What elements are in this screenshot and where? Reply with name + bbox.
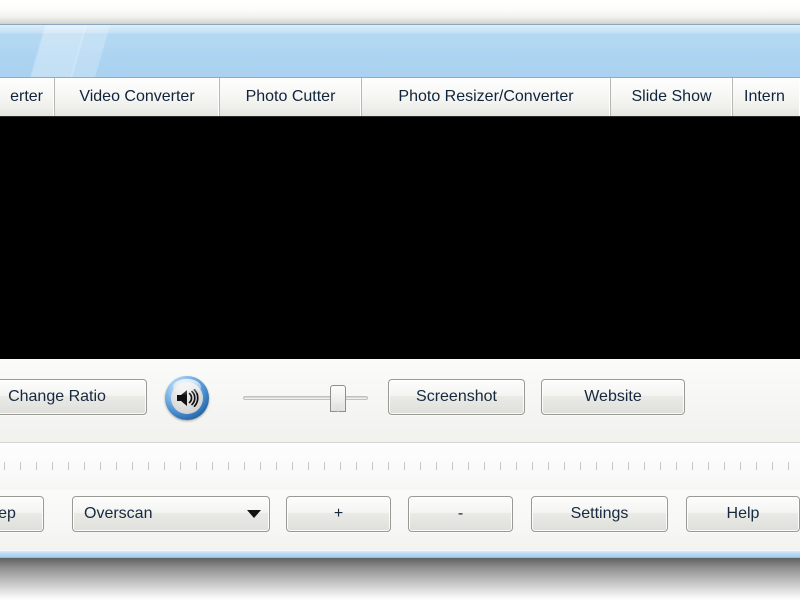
titlebar-sheen-streak-2 <box>10 25 130 77</box>
settings-label: Settings <box>570 505 629 522</box>
zoom-in-button[interactable]: + <box>286 496 391 532</box>
bottom-toolbar: ep Overscan + - Settings Help <box>0 490 800 552</box>
screenshot-button[interactable]: Screenshot <box>388 379 525 415</box>
help-button[interactable]: Help <box>686 496 800 532</box>
tab-slide-show[interactable]: Slide Show <box>611 78 733 116</box>
tab-label: Photo Cutter <box>245 88 336 105</box>
video-preview[interactable] <box>0 117 800 359</box>
tab-photo-cutter[interactable]: Photo Cutter <box>220 78 362 116</box>
tab-label: Slide Show <box>631 88 712 105</box>
desktop-backdrop-bottom <box>0 558 800 600</box>
seek-tick-ruler[interactable] <box>0 443 800 490</box>
website-label: Website <box>584 388 642 405</box>
seek-tick-marks <box>4 462 800 470</box>
application-window: erter Video Converter Photo Cutter Photo… <box>0 24 800 558</box>
screenshot-label: Screenshot <box>416 388 497 405</box>
website-button[interactable]: Website <box>541 379 685 415</box>
playback-controls-bar: Change Ratio Screenshot Website <box>0 359 800 443</box>
step-button[interactable]: ep <box>0 496 44 532</box>
settings-button[interactable]: Settings <box>531 496 668 532</box>
tab-converter-clipped[interactable]: erter <box>0 78 55 116</box>
zoom-out-button[interactable]: - <box>408 496 513 532</box>
step-label: ep <box>0 505 16 522</box>
change-ratio-button[interactable]: Change Ratio <box>0 379 147 415</box>
tab-label: Photo Resizer/Converter <box>398 88 574 105</box>
volume-slider-thumb[interactable] <box>330 385 346 412</box>
tab-label: erter <box>10 88 43 105</box>
aspect-mode-value: Overscan <box>84 505 153 522</box>
minus-label: - <box>457 505 464 522</box>
speaker-button-inner <box>171 382 203 414</box>
tab-label: Intern <box>744 88 785 105</box>
tab-internet-clipped[interactable]: Intern <box>733 78 800 116</box>
aspect-mode-combobox[interactable]: Overscan <box>72 496 270 532</box>
tab-strip: erter Video Converter Photo Cutter Photo… <box>0 78 800 117</box>
tab-photo-resizer[interactable]: Photo Resizer/Converter <box>362 78 611 116</box>
change-ratio-label: Change Ratio <box>8 388 106 405</box>
plus-label: + <box>333 505 344 522</box>
chevron-down-icon[interactable] <box>239 510 269 518</box>
volume-slider[interactable] <box>243 383 368 413</box>
window-bottom-edge <box>0 550 800 558</box>
volume-slider-track[interactable] <box>243 396 368 400</box>
speaker-volume-icon[interactable] <box>165 376 209 420</box>
tab-video-converter[interactable]: Video Converter <box>55 78 220 116</box>
screenshot-root: erter Video Converter Photo Cutter Photo… <box>0 0 800 600</box>
titlebar-sheen-streak-1 <box>0 25 140 77</box>
help-label: Help <box>726 505 760 522</box>
desktop-backdrop-top <box>0 0 800 24</box>
tab-label: Video Converter <box>79 88 195 105</box>
window-titlebar[interactable] <box>0 24 800 78</box>
